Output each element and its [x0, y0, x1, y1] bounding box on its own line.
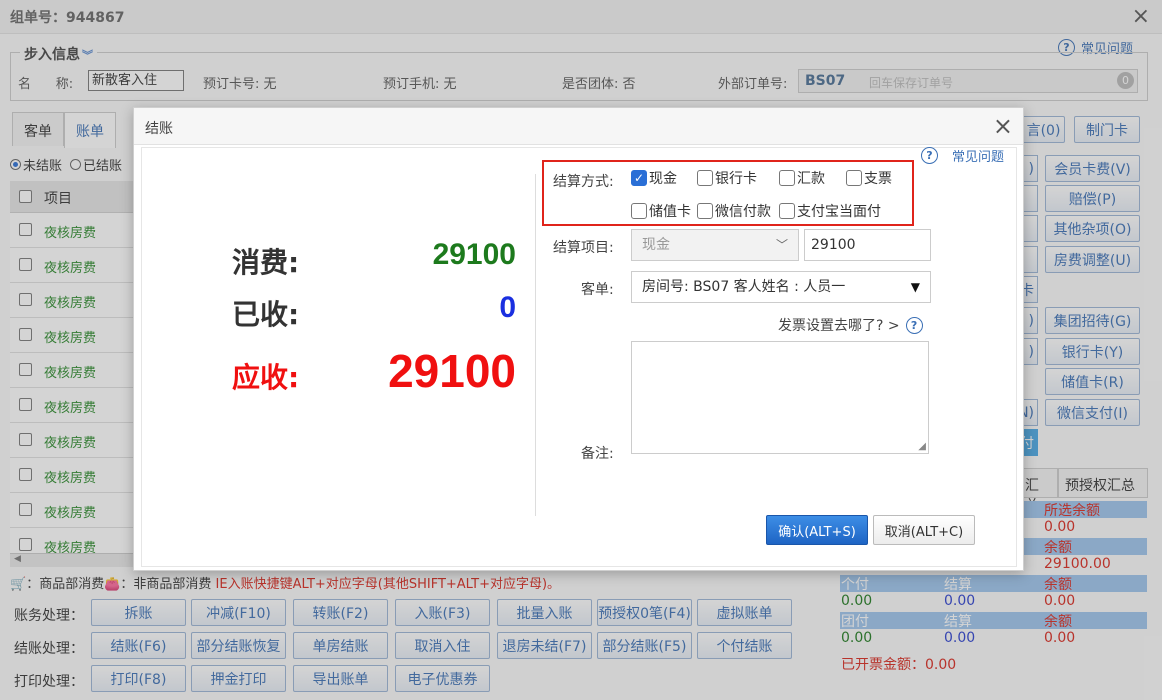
payment-method-label: 支付宝当面付 — [797, 204, 881, 220]
checkbox[interactable] — [631, 170, 647, 186]
guest-bill-value: 房间号: BS07 客人姓名 : 人员一 — [642, 279, 846, 295]
checkbox[interactable] — [697, 203, 713, 219]
payment-method-label: 结算方式: — [553, 174, 614, 190]
dialog-faq-link[interactable]: ? 常见问题 — [921, 146, 1004, 165]
checkbox[interactable] — [779, 170, 795, 186]
invoice-link-text: 发票设置去哪了? > — [778, 318, 900, 334]
remark-label: 备注: — [581, 446, 614, 462]
due-label: 应收: — [232, 361, 300, 394]
received-value: 0 — [499, 291, 516, 324]
chevron-down-icon: ▼ — [910, 280, 920, 294]
guest-bill-select[interactable]: 房间号: BS07 客人姓名 : 人员一 ▼ — [631, 271, 931, 303]
payment-method-label: 储值卡 — [649, 204, 691, 220]
settle-item-label: 结算项目: — [553, 240, 614, 256]
payment-method-4[interactable]: 储值卡 — [631, 201, 691, 221]
payment-method-2[interactable]: 汇款 — [779, 168, 825, 188]
settle-item-value: 现金 — [642, 237, 670, 253]
checkbox[interactable] — [697, 170, 713, 186]
remark-textarea[interactable]: ◢ — [631, 341, 929, 454]
close-icon[interactable]: × — [993, 112, 1013, 140]
payment-method-label: 支票 — [864, 171, 892, 187]
chevron-down-icon: ﹀ — [775, 238, 788, 252]
payment-method-label: 微信付款 — [715, 204, 771, 220]
consume-label: 消费: — [232, 246, 300, 279]
payment-method-1[interactable]: 银行卡 — [697, 168, 757, 188]
checkbox[interactable] — [631, 203, 647, 219]
checkbox[interactable] — [846, 170, 862, 186]
settle-item-select[interactable]: 现金 ﹀ — [631, 229, 799, 261]
received-label: 已收: — [232, 298, 300, 331]
payment-method-label: 现金 — [649, 171, 677, 187]
checkout-dialog: 结账 × ? 常见问题 消费: 29100 已收: 0 应收: 29100 结算… — [133, 107, 1024, 571]
checkbox[interactable] — [779, 203, 795, 219]
confirm-button[interactable]: 确认(ALT+S) — [766, 515, 868, 545]
cancel-button[interactable]: 取消(ALT+C) — [873, 515, 975, 545]
dialog-divider — [535, 174, 536, 516]
amount-input[interactable]: 29100 — [804, 229, 931, 261]
resize-grip-icon[interactable]: ◢ — [918, 441, 926, 452]
dialog-title: 结账 — [145, 121, 173, 137]
help-icon: ? — [921, 147, 938, 164]
payment-method-6[interactable]: 支付宝当面付 — [779, 201, 881, 221]
payment-method-label: 银行卡 — [715, 171, 757, 187]
due-value: 29100 — [388, 345, 516, 397]
payment-method-5[interactable]: 微信付款 — [697, 201, 771, 221]
invoice-settings-link[interactable]: 发票设置去哪了? > ? — [778, 315, 923, 335]
dialog-titlebar: 结账 × — [134, 108, 1023, 145]
guest-bill-label: 客单: — [581, 282, 614, 298]
consume-value: 29100 — [432, 238, 516, 271]
help-icon: ? — [905, 316, 923, 334]
payment-method-label: 汇款 — [797, 171, 825, 187]
faq-label: 常见问题 — [952, 150, 1005, 165]
payment-method-0[interactable]: 现金 — [631, 168, 677, 188]
payment-method-3[interactable]: 支票 — [846, 168, 892, 188]
